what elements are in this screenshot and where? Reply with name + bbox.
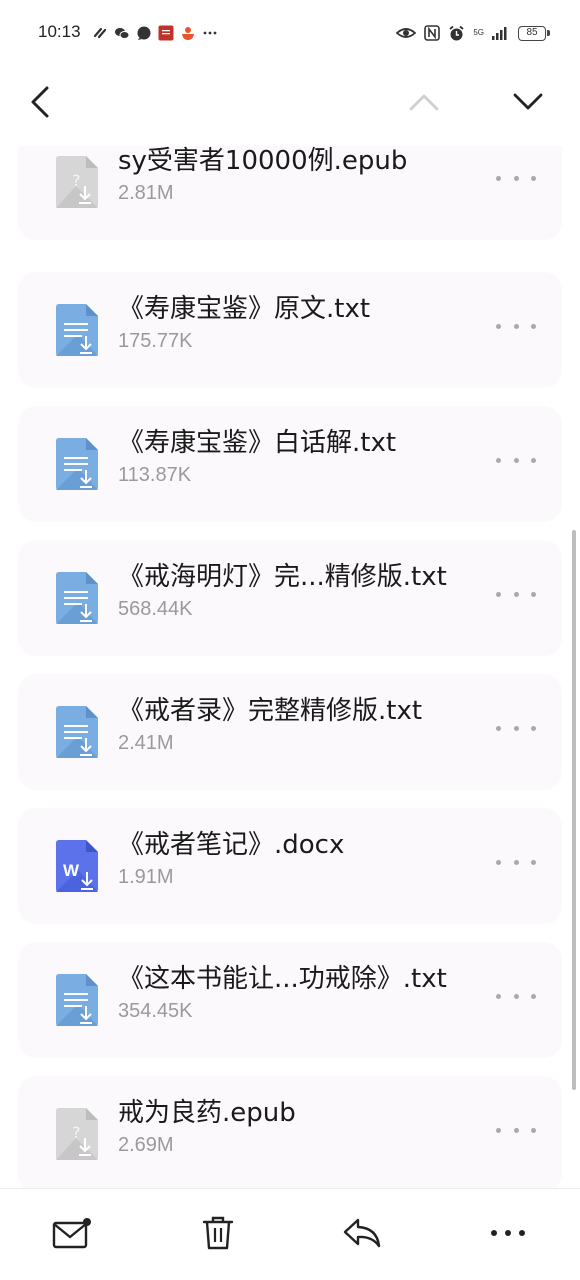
- signal-icon: [492, 27, 507, 40]
- more-options-button[interactable]: [496, 448, 536, 472]
- status-bar: 10:13 5G 85: [0, 0, 580, 66]
- file-card[interactable]: 《戒海明灯》完...精修版.txt 568.44K: [18, 540, 562, 656]
- reply-button[interactable]: [340, 1213, 384, 1253]
- more-options-button[interactable]: [496, 1118, 536, 1142]
- previous-button[interactable]: [402, 80, 446, 124]
- file-card[interactable]: W 《戒者笔记》.docx 1.91M: [18, 808, 562, 924]
- file-name: 戒为良药.epub: [118, 1098, 296, 1128]
- attachment-list: ? sy受害者10000例.epub 2.81M 《寿康宝鉴》原文.txt 17…: [0, 146, 580, 1188]
- system-icons: 5G 85: [396, 22, 550, 44]
- file-card[interactable]: 《戒者录》完整精修版.txt 2.41M: [18, 674, 562, 790]
- file-size: 113.87K: [118, 464, 192, 486]
- battery-icon: 85: [518, 25, 550, 41]
- file-card[interactable]: 《寿康宝鉴》白话解.txt 113.87K: [18, 406, 562, 522]
- reply-icon: [343, 1218, 381, 1248]
- mail-button[interactable]: [50, 1213, 94, 1253]
- chevron-left-icon: [31, 86, 49, 118]
- more-options-button[interactable]: [496, 166, 536, 190]
- status-time: 10:13: [38, 22, 81, 41]
- svg-text:W: W: [63, 861, 80, 880]
- file-card[interactable]: ? sy受害者10000例.epub 2.81M: [18, 146, 562, 240]
- chat-bubble-icon: [137, 26, 151, 40]
- delete-button[interactable]: [196, 1213, 240, 1253]
- chevron-up-icon: [409, 94, 439, 111]
- chevron-down-icon: [513, 93, 543, 110]
- file-name: 《寿康宝鉴》白话解.txt: [118, 428, 397, 458]
- network-type: 5G: [473, 28, 484, 37]
- more-options-button[interactable]: [496, 850, 536, 874]
- file-size: 354.45K: [118, 1000, 193, 1022]
- more-options-button[interactable]: [496, 984, 536, 1008]
- file-name: 《戒者笔记》.docx: [118, 830, 345, 860]
- txt-file-icon: [56, 304, 98, 356]
- more-options-button[interactable]: [496, 314, 536, 338]
- file-size: 2.69M: [118, 1134, 174, 1156]
- wechat-icon: [115, 28, 130, 39]
- file-card[interactable]: ? 戒为良药.epub 2.69M: [18, 1076, 562, 1188]
- txt-file-icon: [56, 706, 98, 758]
- app-bowl-icon: [182, 27, 194, 40]
- file-name: 《这本书能让...功戒除》.txt: [118, 964, 447, 994]
- trash-icon: [202, 1216, 234, 1250]
- file-size: 2.81M: [118, 182, 174, 204]
- file-name: sy受害者10000例.epub: [118, 146, 408, 176]
- file-size: 568.44K: [118, 598, 193, 620]
- alarm-icon: [449, 25, 464, 40]
- more-options-button[interactable]: [496, 582, 536, 606]
- docx-file-icon: W: [56, 840, 98, 892]
- link-icon: [93, 27, 107, 39]
- nfc-icon: [424, 25, 441, 41]
- more-button[interactable]: [486, 1213, 530, 1253]
- txt-file-icon: [56, 974, 98, 1026]
- file-name: 《寿康宝鉴》原文.txt: [118, 294, 371, 324]
- scrollbar[interactable]: [572, 530, 576, 1090]
- eye-icon: [396, 28, 417, 38]
- app-red-icon: [158, 25, 174, 41]
- file-card[interactable]: 《寿康宝鉴》原文.txt 175.77K: [18, 272, 562, 388]
- txt-file-icon: [56, 438, 98, 490]
- file-name: 《戒海明灯》完...精修版.txt: [118, 562, 447, 592]
- txt-file-icon: [56, 572, 98, 624]
- notification-icons: [92, 22, 218, 44]
- mail-icon: [52, 1218, 91, 1249]
- file-card[interactable]: 《这本书能让...功戒除》.txt 354.45K: [18, 942, 562, 1058]
- file-size: 1.91M: [118, 866, 174, 888]
- file-size: 175.77K: [118, 330, 193, 352]
- epub-file-icon: ?: [56, 1108, 98, 1160]
- top-nav: [0, 66, 580, 146]
- next-button[interactable]: [506, 80, 550, 124]
- epub-file-icon: ?: [56, 156, 98, 208]
- file-size: 2.41M: [118, 732, 174, 754]
- file-name: 《戒者录》完整精修版.txt: [118, 696, 423, 726]
- back-button[interactable]: [18, 80, 62, 124]
- more-icon: [491, 1230, 525, 1236]
- more-dots-icon: [203, 31, 217, 35]
- bottom-toolbar: [0, 1188, 580, 1280]
- more-options-button[interactable]: [496, 716, 536, 740]
